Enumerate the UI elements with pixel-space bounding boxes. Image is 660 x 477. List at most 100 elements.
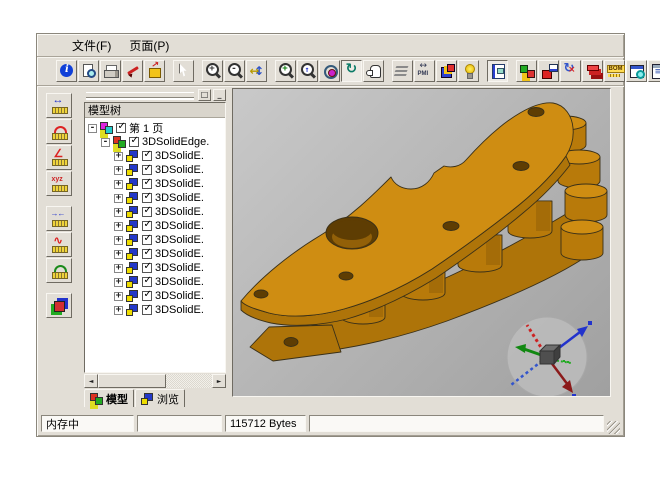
zoom-in-button[interactable] [202, 60, 223, 82]
print-button[interactable] [100, 60, 121, 82]
publish-button[interactable] [144, 60, 165, 82]
select-button[interactable] [173, 60, 194, 82]
notebook-button[interactable] [487, 60, 508, 82]
tree-checkbox[interactable] [142, 165, 152, 175]
resize-grip[interactable] [607, 421, 620, 434]
tree-node[interactable]: + 3DSolidE. [85, 261, 225, 275]
tree-expander[interactable]: + [114, 222, 123, 231]
tree-expander[interactable]: + [114, 194, 123, 203]
tree-node[interactable]: + 3DSolidE. [85, 303, 225, 317]
fit-window-button[interactable] [246, 60, 267, 82]
tree-expander[interactable]: + [114, 292, 123, 301]
tree-expander[interactable]: + [114, 278, 123, 287]
tree-expander[interactable]: - [88, 124, 97, 133]
tree-checkbox[interactable] [142, 179, 152, 189]
tree-node-label: 3DSolidE. [155, 178, 204, 190]
menu-file[interactable]: 文件(F) [63, 34, 120, 57]
orientation-cube [540, 345, 560, 364]
measure-arc-button[interactable] [46, 258, 72, 283]
tree-node-label: 3DSolidE. [155, 150, 204, 162]
menu-page[interactable]: 页面(P) [120, 34, 178, 57]
tree-node[interactable]: + 3DSolidE. [85, 289, 225, 303]
tree-node[interactable]: + 3DSolidE. [85, 233, 225, 247]
measure-horizontal-button[interactable] [46, 93, 72, 118]
measure-distance-button[interactable] [46, 206, 72, 231]
tree-checkbox[interactable] [142, 221, 152, 231]
tree-expander[interactable]: + [114, 180, 123, 189]
measure-polyline-button[interactable] [46, 232, 72, 257]
tree-node[interactable]: + 3DSolidE. [85, 275, 225, 289]
measure-curve-button[interactable] [46, 119, 72, 144]
pmi-button[interactable] [414, 60, 435, 82]
views-button[interactable] [436, 60, 457, 82]
move-part-button[interactable] [538, 60, 559, 82]
float-pane-button[interactable]: □ [198, 89, 211, 101]
tree-expander[interactable]: + [114, 152, 123, 161]
tab-browse[interactable]: 浏览 [135, 389, 185, 407]
tree-node[interactable]: - 第 1 页 [85, 121, 225, 135]
tree-checkbox[interactable] [142, 263, 152, 273]
tree-node[interactable]: + 3DSolidE. [85, 149, 225, 163]
tree-node[interactable]: + 3DSolidE. [85, 177, 225, 191]
bom-button[interactable] [604, 60, 625, 82]
assembly-tree-button[interactable] [516, 60, 537, 82]
tree-node[interactable]: - 3DSolidEdge. [85, 135, 225, 149]
model-tree-box: 模型树 - 第 1 页 - [84, 102, 226, 373]
tree-checkbox[interactable] [116, 123, 126, 133]
tree-checkbox[interactable] [142, 277, 152, 287]
tree-checkbox[interactable] [142, 305, 152, 315]
tree-checkbox[interactable] [142, 151, 152, 161]
markup-pen-button[interactable] [122, 60, 143, 82]
bom-table-button[interactable] [626, 60, 647, 82]
sections-button[interactable] [582, 60, 603, 82]
tree-hscrollbar[interactable]: ◄ ► [84, 374, 226, 388]
tree-checkbox[interactable] [142, 291, 152, 301]
tree-checkbox[interactable] [142, 249, 152, 259]
structure-tree-button[interactable] [648, 60, 660, 82]
tree-checkbox[interactable] [142, 207, 152, 217]
pan-button[interactable] [363, 60, 384, 82]
info-icon [60, 64, 73, 77]
tree-expander[interactable]: + [114, 166, 123, 175]
scrollbar-thumb[interactable] [98, 374, 166, 388]
lighting-button[interactable] [458, 60, 479, 82]
tree-node[interactable]: + 3DSolidE. [85, 205, 225, 219]
tree-expander[interactable]: + [114, 306, 123, 315]
measure-volume-button[interactable] [46, 293, 72, 318]
tree-checkbox[interactable] [142, 235, 152, 245]
structure-tree-icon [651, 63, 660, 79]
scroll-right-arrow-icon[interactable]: ► [212, 374, 226, 388]
tree-checkbox[interactable] [142, 193, 152, 203]
layers-button[interactable] [392, 60, 413, 82]
measure-angle-button[interactable] [46, 145, 72, 170]
rotate-button[interactable] [319, 60, 340, 82]
tree-expander[interactable]: + [114, 236, 123, 245]
model-tab-icon [90, 393, 103, 405]
viewport-3d[interactable] [232, 88, 611, 397]
hide-pane-button[interactable]: _ [213, 89, 226, 101]
tree-expander[interactable]: + [114, 208, 123, 217]
pane-grip[interactable]: □ _ [84, 88, 226, 101]
tree-expander[interactable]: + [114, 250, 123, 259]
info-button[interactable] [56, 60, 77, 82]
print-preview-button[interactable] [78, 60, 99, 82]
zoom-window-icon [278, 63, 294, 79]
scroll-left-arrow-icon[interactable]: ◄ [84, 374, 98, 388]
tree-expander[interactable]: + [114, 264, 123, 273]
part-cube-icon [126, 262, 139, 274]
tree-node[interactable]: + 3DSolidE. [85, 191, 225, 205]
tree-expander[interactable]: - [101, 138, 110, 147]
dynamic-zoom-button[interactable] [297, 60, 318, 82]
tree-checkbox[interactable] [129, 137, 139, 147]
zoom-window-button[interactable] [275, 60, 296, 82]
tree-node[interactable]: + 3DSolidE. [85, 247, 225, 261]
explode-button[interactable] [560, 60, 581, 82]
measure-coordinate-button[interactable] [46, 171, 72, 196]
spin-button[interactable] [341, 60, 362, 82]
zoom-out-button[interactable] [224, 60, 245, 82]
tree-node[interactable]: + 3DSolidE. [85, 219, 225, 233]
tree-node[interactable]: + 3DSolidE. [85, 163, 225, 177]
lightbulb-icon [461, 63, 477, 79]
model-canvas[interactable] [233, 89, 611, 397]
tab-model[interactable]: 模型 [84, 389, 134, 407]
